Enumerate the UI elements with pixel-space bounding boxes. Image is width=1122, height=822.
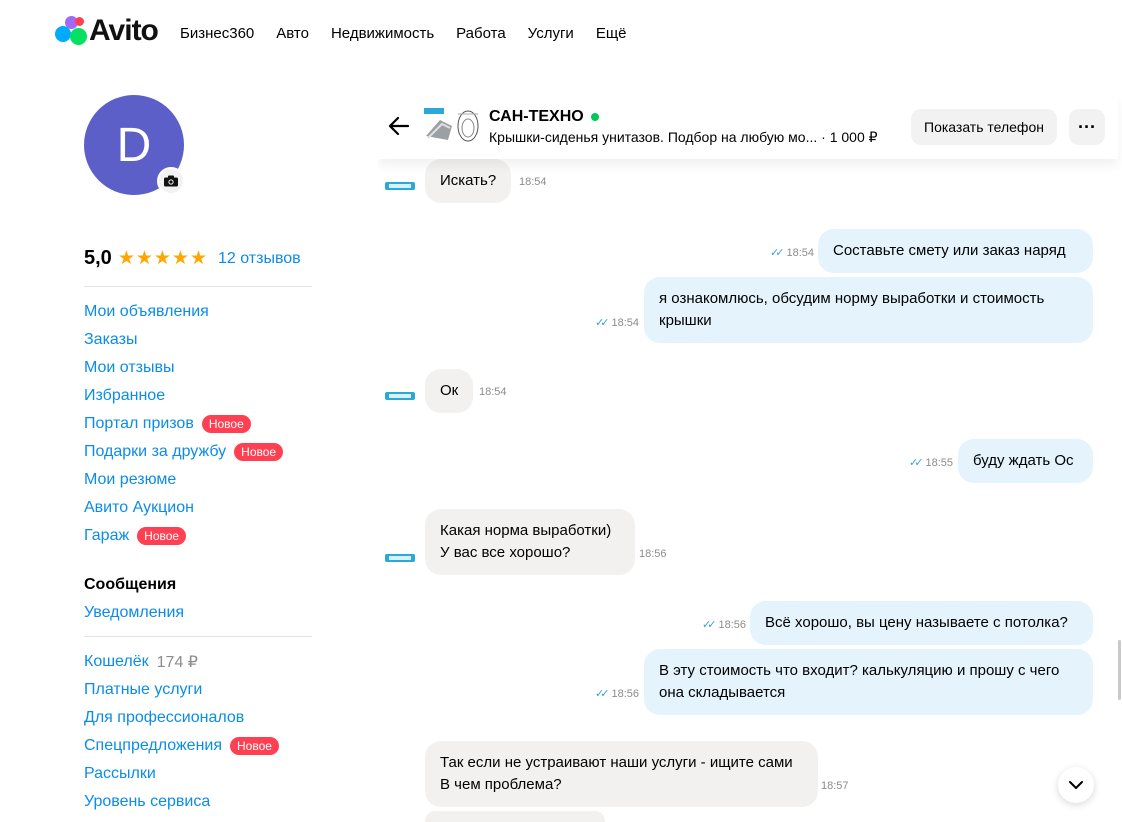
avatar-letter: D xyxy=(116,118,152,172)
chat-panel: САН-ТЕХНО Крышки-сиденья унитазов. Подбо… xyxy=(378,95,1122,822)
read-checkmarks-icon: ✓✓ xyxy=(595,688,610,700)
message-incoming: Искать? xyxy=(425,159,512,203)
message-outgoing: В эту стоимость что входит? калькуляцию … xyxy=(644,649,1093,715)
ad-thumbnail[interactable] xyxy=(422,106,484,146)
rating-row: 5,0 ★★★★★ 12 отзывов xyxy=(84,247,312,270)
avito-logo[interactable]: Avito xyxy=(55,14,159,48)
menu-for-pros[interactable]: Для профессионалов xyxy=(84,704,279,732)
seller-name[interactable]: САН-ТЕХНО xyxy=(489,108,599,126)
chat-header: САН-ТЕХНО Крышки-сиденья унитазов. Подбо… xyxy=(378,95,1118,159)
profile-sidebar: D 5,0 ★★★★★ 12 отзывов Мои объявления За… xyxy=(84,95,312,810)
message-time-read: ✓✓ 18:56 xyxy=(702,619,747,631)
chat-scrollbar[interactable] xyxy=(1118,640,1121,700)
message-time-read: ✓✓ 18:55 xyxy=(909,457,954,469)
online-status-icon xyxy=(590,113,599,121)
message-time: 18:56 xyxy=(639,548,667,560)
main-nav: Бизнес360 Авто Недвижимость Работа Услуг… xyxy=(180,25,627,42)
message-time-read: ✓✓ 18:56 xyxy=(595,688,640,700)
account-menu: Кошелёк 174 ₽ Платные услуги Для професси… xyxy=(84,648,279,816)
sender-logo-icon xyxy=(385,182,415,190)
menu-mailings[interactable]: Рассылки xyxy=(84,760,279,788)
message-time: 18:54 xyxy=(479,386,507,398)
menu-orders[interactable]: Заказы xyxy=(84,326,283,354)
message-incoming: Так если не устраивают наши услуги - ищи… xyxy=(425,741,818,807)
divider xyxy=(84,286,312,287)
sender-logo-icon xyxy=(385,554,415,562)
ad-title: Крышки-сиденья унитазов. Подбор на любую… xyxy=(489,129,818,145)
new-badge: Новое xyxy=(201,415,251,433)
menu-my-resumes[interactable]: Мои резюме xyxy=(84,466,283,494)
nav-auto[interactable]: Авто xyxy=(276,25,309,42)
read-checkmarks-icon: ✓✓ xyxy=(595,317,610,329)
message-outgoing: Составьте смету или заказ наряд xyxy=(818,229,1093,273)
nav-business360[interactable]: Бизнес360 xyxy=(180,25,254,42)
menu-wallet[interactable]: Кошелёк 174 ₽ xyxy=(84,648,279,676)
menu-paid-services[interactable]: Платные услуги xyxy=(84,676,279,704)
message-time-read: ✓✓ 18:54 xyxy=(595,317,640,329)
ad-price: · 1 000 ₽ xyxy=(821,129,878,145)
chevron-down-icon xyxy=(1069,781,1083,789)
message-outgoing: Всё хорошо, вы цену называете с потолка? xyxy=(750,601,1093,645)
menu-auction[interactable]: Авито Аукцион xyxy=(84,494,283,522)
logo-dots-icon xyxy=(55,16,87,46)
logo-text: Avito xyxy=(89,14,159,47)
scroll-down-button[interactable] xyxy=(1058,767,1094,803)
read-checkmarks-icon: ✓✓ xyxy=(909,457,924,469)
menu-special-offers[interactable]: Спецпредложения Новое xyxy=(84,732,279,760)
more-options-button[interactable]: ··· xyxy=(1069,109,1105,145)
new-badge: Новое xyxy=(137,527,187,545)
menu-favorites[interactable]: Избранное xyxy=(84,382,283,410)
nav-jobs[interactable]: Работа xyxy=(456,25,506,42)
menu-friend-gifts[interactable]: Подарки за дружбу Новое xyxy=(84,438,284,466)
avatar[interactable]: D xyxy=(84,95,185,195)
message-incoming: Какая норма выработки) У вас все хорошо? xyxy=(425,509,635,575)
messages-menu: Сообщения Уведомления xyxy=(84,571,184,627)
message-time: 18:54 xyxy=(519,176,547,188)
nav-services[interactable]: Услуги xyxy=(528,25,574,42)
nav-realty[interactable]: Недвижимость xyxy=(331,25,434,42)
show-phone-button[interactable]: Показать телефон xyxy=(911,109,1057,145)
menu-notifications[interactable]: Уведомления xyxy=(84,599,184,627)
menu-service-level[interactable]: Уровень сервиса xyxy=(84,788,279,816)
sender-logo-icon xyxy=(385,392,415,400)
profile-menu: Мои объявления Заказы Мои отзывы Избранн… xyxy=(84,298,284,550)
message-time: 18:57 xyxy=(821,780,849,792)
rating-value: 5,0 xyxy=(84,247,112,269)
menu-prize-portal[interactable]: Портал призов Новое xyxy=(84,410,283,438)
message-outgoing: я ознакомлюсь, обсудим норму выработки и… xyxy=(644,277,1093,343)
message-incoming: Ок xyxy=(425,369,474,413)
top-navigation: Avito Бизнес360 Авто Недвижимость Работа… xyxy=(0,0,1122,68)
back-arrow-icon[interactable] xyxy=(388,115,410,137)
message-outgoing: буду ждать Ос xyxy=(958,439,1093,483)
menu-my-reviews[interactable]: Мои отзывы xyxy=(84,354,283,382)
read-checkmarks-icon: ✓✓ xyxy=(702,619,717,631)
message-incoming-partial xyxy=(425,811,605,822)
new-badge: Новое xyxy=(234,443,284,461)
new-badge: Новое xyxy=(230,737,279,755)
nav-more[interactable]: Ещё xyxy=(596,25,627,42)
star-rating-icon: ★★★★★ xyxy=(117,248,208,269)
camera-icon[interactable] xyxy=(157,167,185,195)
menu-messages[interactable]: Сообщения xyxy=(84,571,184,599)
divider xyxy=(84,636,312,637)
reviews-link[interactable]: 12 отзывов xyxy=(218,250,301,268)
menu-my-ads[interactable]: Мои объявления xyxy=(84,298,283,326)
menu-garage[interactable]: Гараж Новое xyxy=(84,522,283,550)
message-time-read: ✓✓ 18:54 xyxy=(770,247,815,259)
read-checkmarks-icon: ✓✓ xyxy=(770,247,785,259)
wallet-amount: 174 ₽ xyxy=(156,654,198,671)
ad-info[interactable]: Крышки-сиденья унитазов. Подбор на любую… xyxy=(489,129,878,146)
